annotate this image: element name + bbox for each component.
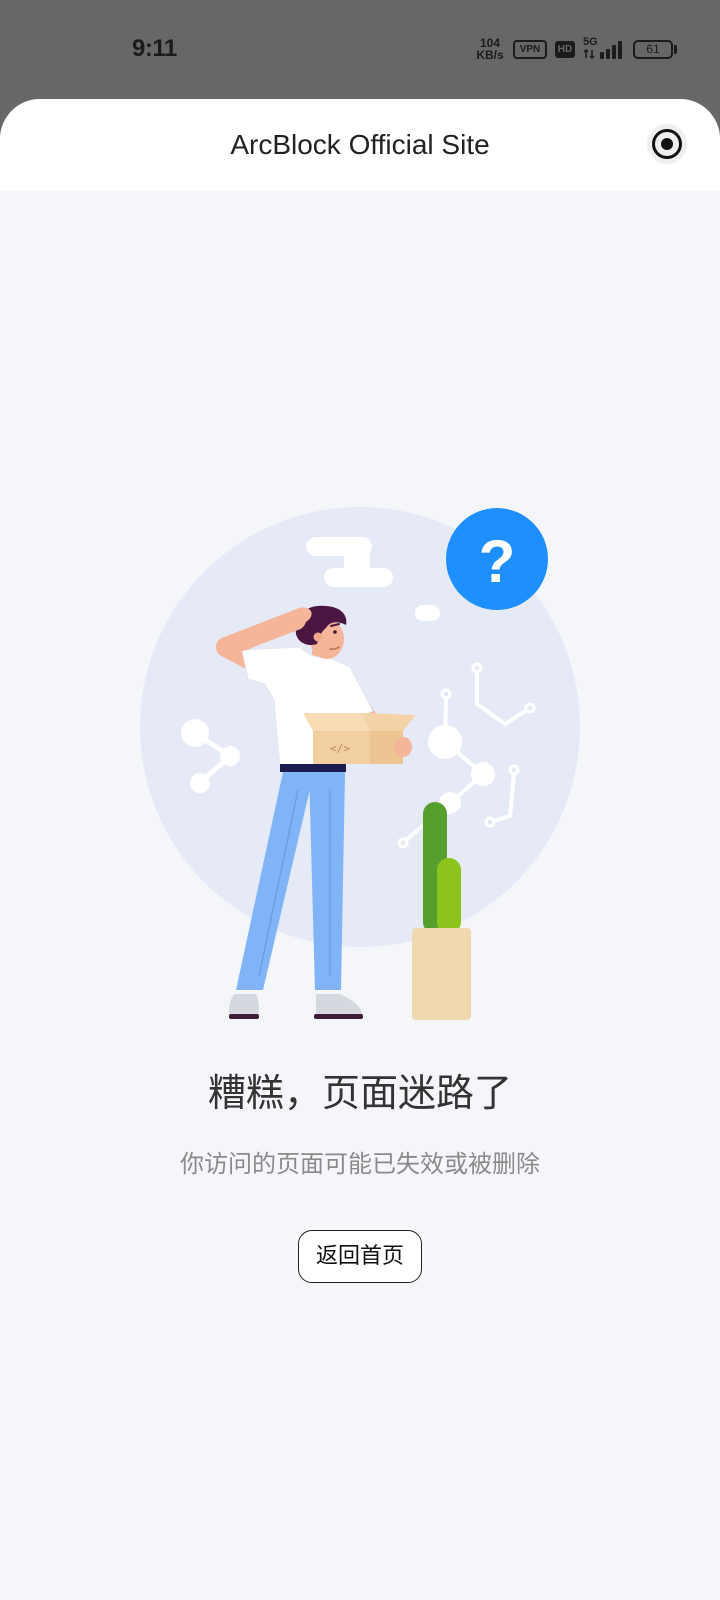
sheet-header: ArcBlock Official Site (0, 99, 720, 191)
target-circle-icon (652, 129, 682, 159)
data-arrows-icon (583, 49, 595, 59)
error-heading: 糟糕，页面迷路了 (207, 1071, 512, 1115)
status-bar: 9:11 104 KB/s VPN HD 5G 61 (0, 0, 720, 99)
mini-program-sheet: ArcBlock Official Site </> ? 糟糕，页面迷路了 你访… (0, 99, 720, 1600)
status-time: 9:11 (132, 35, 177, 62)
box-code-glyph: </> (330, 742, 350, 755)
back-home-button[interactable]: 返回首页 (298, 1230, 422, 1283)
network-speed-unit: KB/s (476, 48, 504, 62)
right-leg (309, 772, 345, 990)
ear (313, 632, 323, 642)
error-message: 你访问的页面可能已失效或被删除 (180, 1150, 540, 1178)
right-shoe (316, 994, 362, 1015)
page-title: ArcBlock Official Site (230, 129, 490, 160)
small-cloud-icon (415, 605, 440, 621)
hand-on-box (394, 737, 412, 757)
eye (333, 630, 337, 634)
lost-page-illustration: </> ? (140, 507, 580, 1020)
left-shoe (228, 994, 259, 1015)
battery-nub (674, 45, 677, 54)
cellular-signal-icon (600, 41, 622, 59)
network-speed: 104 KB/s (472, 37, 508, 61)
question-mark-glyph: ? (479, 528, 516, 595)
question-mark-icon: ? (446, 508, 548, 610)
vpn-badge: VPN (513, 40, 547, 59)
mini-program-close-button[interactable] (647, 124, 687, 164)
hd-badge: HD (555, 41, 575, 58)
battery-icon: 61 (633, 40, 673, 59)
network-type: 5G (583, 36, 598, 48)
belt (280, 764, 346, 772)
target-dot (661, 138, 673, 150)
